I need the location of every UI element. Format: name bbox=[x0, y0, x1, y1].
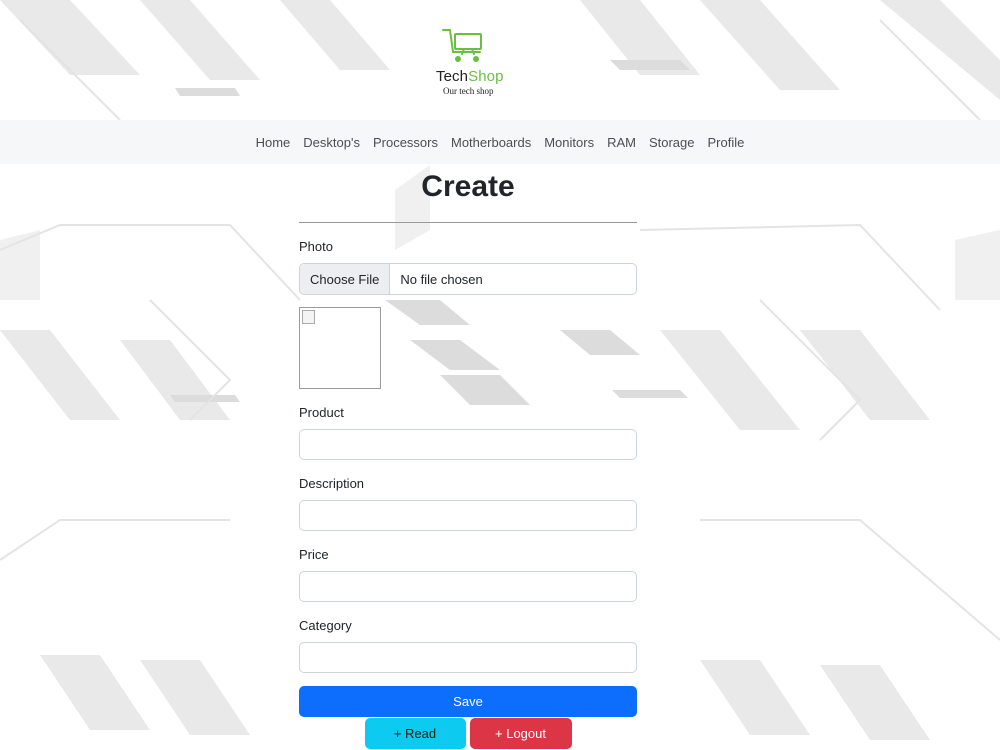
photo-label: Photo bbox=[299, 239, 333, 254]
read-button[interactable]: + Read bbox=[364, 718, 466, 749]
nav-monitors[interactable]: Monitors bbox=[544, 135, 594, 150]
price-label: Price bbox=[299, 547, 329, 562]
save-button[interactable]: Save bbox=[299, 686, 637, 717]
logout-button[interactable]: + Logout bbox=[469, 718, 572, 749]
brand-logo[interactable]: TechShop Our tech shop bbox=[430, 26, 510, 100]
category-label: Category bbox=[299, 618, 352, 633]
category-input[interactable] bbox=[299, 642, 637, 673]
page-title: Create bbox=[421, 170, 515, 203]
brand-name-tech: Tech bbox=[436, 68, 469, 85]
photo-preview bbox=[299, 307, 381, 389]
nav-motherboards[interactable]: Motherboards bbox=[451, 135, 531, 150]
file-status-text: No file chosen bbox=[400, 271, 483, 287]
nav-processors[interactable]: Processors bbox=[373, 135, 438, 150]
site-header: TechShop Our tech shop bbox=[0, 0, 1000, 120]
create-form-container: Create Photo Choose File No file chosen … bbox=[299, 164, 637, 749]
brand-name-shop: Shop bbox=[468, 68, 504, 85]
description-input[interactable] bbox=[299, 500, 637, 531]
nav-desktops[interactable]: Desktop's bbox=[303, 135, 360, 150]
form-actions: + Read + Logout bbox=[299, 718, 637, 749]
brand-tagline: Our tech shop bbox=[443, 86, 494, 96]
main-navbar: Home Desktop's Processors Motherboards M… bbox=[0, 120, 1000, 164]
nav-ram[interactable]: RAM bbox=[607, 135, 636, 150]
product-input[interactable] bbox=[299, 429, 637, 460]
brand-name: TechShop bbox=[436, 68, 504, 85]
nav-profile[interactable]: Profile bbox=[708, 135, 745, 150]
price-input[interactable] bbox=[299, 571, 637, 602]
title-divider bbox=[299, 222, 637, 223]
product-label: Product bbox=[299, 405, 344, 420]
photo-file-input[interactable]: Choose File No file chosen bbox=[299, 263, 637, 295]
choose-file-button[interactable]: Choose File bbox=[300, 264, 391, 294]
broken-image-icon bbox=[302, 310, 315, 324]
description-label: Description bbox=[299, 476, 365, 491]
shopping-cart-monitor-icon bbox=[442, 29, 482, 62]
nav-storage[interactable]: Storage bbox=[649, 135, 695, 150]
nav-home[interactable]: Home bbox=[256, 135, 291, 150]
